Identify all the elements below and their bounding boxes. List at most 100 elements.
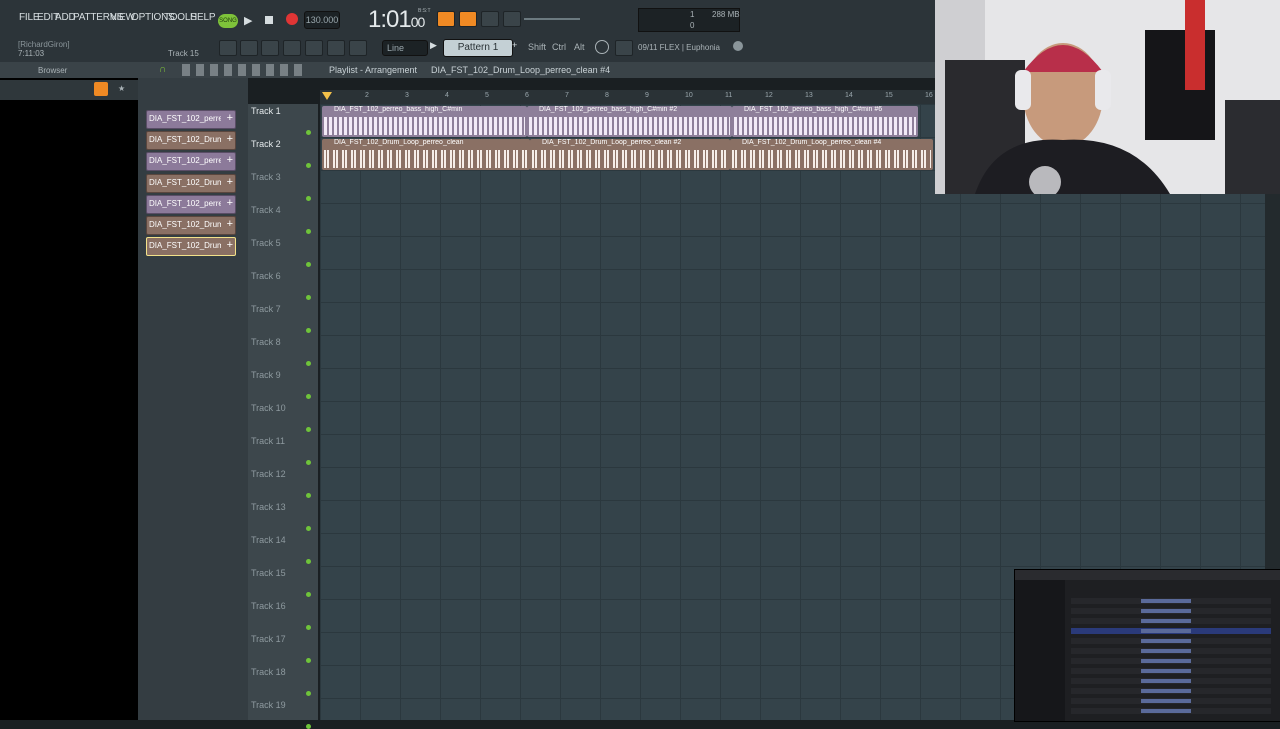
tempo-display[interactable]: 130.000 [304, 11, 340, 29]
add-icon[interactable]: + [227, 218, 233, 230]
track-mute-led[interactable] [306, 427, 311, 432]
waveform [324, 150, 528, 168]
track-mute-led[interactable] [306, 163, 311, 168]
channel-item-selected[interactable]: DIA_FST_102_Drum_... + [146, 237, 236, 256]
plugin-picker-icon[interactable] [305, 40, 323, 56]
record-button[interactable] [286, 13, 298, 25]
pattern-selector[interactable]: Pattern 1 [443, 39, 513, 57]
track-mute-led[interactable] [306, 262, 311, 267]
key-shift[interactable]: Shift [528, 42, 546, 52]
audio-clip[interactable]: DIA_FST_102_Drum_Loop_perreo_clean #2 [530, 139, 730, 170]
track-mute-led[interactable] [306, 493, 311, 498]
channel-item[interactable]: DIA_FST_102_perreo... + [146, 152, 236, 171]
magnet-icon[interactable]: ∩ [159, 64, 173, 76]
pattern-add-icon[interactable]: + [512, 40, 517, 50]
news-ticker[interactable]: 09/11 FLEX | Euphonia [638, 43, 720, 52]
channel-item[interactable]: DIA_FST_102_perreo... + [146, 195, 236, 214]
track-name[interactable]: Track 11 [251, 436, 285, 446]
track-mute-led[interactable] [306, 658, 311, 663]
browser-filter-icon[interactable] [94, 82, 108, 96]
audio-clip[interactable]: DIA_FST_102_perreo_bass_high_C#min [322, 106, 527, 137]
key-ctrl[interactable]: Ctrl [552, 42, 566, 52]
play-button[interactable]: ▶ [244, 14, 252, 27]
audio-clip[interactable]: DIA_FST_102_perreo_bass_high_C#min #6 [732, 106, 918, 137]
step-edit-icon[interactable] [503, 11, 521, 27]
track-name[interactable]: Track 1 [251, 106, 281, 116]
channel-label: DIA_FST_102_Drum_... [149, 135, 221, 144]
add-icon[interactable]: + [227, 176, 233, 188]
playhead-marker[interactable] [322, 92, 332, 100]
bar-number: 9 [645, 92, 649, 99]
online-icon[interactable] [595, 40, 609, 54]
track-mute-led[interactable] [306, 592, 311, 597]
microphone-icon[interactable] [349, 40, 367, 56]
stop-button[interactable] [265, 16, 273, 24]
track-mute-led[interactable] [306, 625, 311, 630]
track-name[interactable]: Track 17 [251, 634, 286, 644]
track-name[interactable]: Track 8 [251, 337, 281, 347]
track-name[interactable]: Track 3 [251, 172, 281, 182]
audio-clip[interactable]: DIA_FST_102_Drum_Loop_perreo_clean [322, 139, 530, 170]
channel-label: DIA_FST_102_perreo... [149, 114, 221, 123]
master-pitch-slider[interactable] [524, 18, 580, 20]
track-mute-led[interactable] [306, 394, 311, 399]
track-name[interactable]: Track 9 [251, 370, 281, 380]
metronome-icon[interactable] [437, 11, 455, 27]
countdown-icon[interactable] [481, 11, 499, 27]
track-mute-led[interactable] [306, 295, 311, 300]
snap-select[interactable]: Line [382, 40, 428, 56]
piano-roll-icon[interactable] [240, 40, 258, 56]
playlist-tools[interactable] [182, 64, 302, 76]
add-icon[interactable]: + [227, 239, 233, 251]
add-icon[interactable]: + [227, 154, 233, 166]
channel-rack-icon[interactable] [261, 40, 279, 56]
track-mute-led[interactable] [306, 724, 311, 729]
track-mute-led[interactable] [306, 196, 311, 201]
mixer-icon[interactable] [283, 40, 301, 56]
add-icon[interactable]: + [227, 197, 233, 209]
playlist-icon[interactable] [219, 40, 237, 56]
track-mute-led[interactable] [306, 691, 311, 696]
track-mute-led[interactable] [306, 526, 311, 531]
vertical-scrollbar[interactable] [1265, 194, 1280, 569]
track-name[interactable]: Track 5 [251, 238, 281, 248]
track-name[interactable]: Track 4 [251, 205, 281, 215]
track-name[interactable]: Track 18 [251, 667, 286, 677]
track-name[interactable]: Track 15 [251, 568, 286, 578]
bar-number: 2 [365, 92, 369, 99]
track-name[interactable]: Track 12 [251, 469, 286, 479]
browser-toggle-icon[interactable] [327, 40, 345, 56]
add-icon[interactable]: + [227, 112, 233, 124]
menu-help[interactable]: HELP [190, 12, 216, 23]
star-icon[interactable]: ★ [118, 84, 125, 93]
globe-icon[interactable] [733, 41, 743, 51]
track-name[interactable]: Track 6 [251, 271, 281, 281]
track-mute-led[interactable] [306, 130, 311, 135]
track-name[interactable]: Track 2 [251, 139, 281, 149]
track-name[interactable]: Track 14 [251, 535, 286, 545]
add-icon[interactable]: + [227, 133, 233, 145]
audio-clip[interactable]: DIA_FST_102_perreo_bass_high_C#min #2 [527, 106, 732, 137]
waveform [732, 150, 931, 168]
channel-item[interactable]: DIA_FST_102_Drum_... + [146, 216, 236, 235]
channel-item[interactable]: DIA_FST_102_Drum_... + [146, 131, 236, 150]
song-mode-toggle[interactable]: SONG [218, 14, 238, 28]
audio-clip[interactable]: DIA_FST_102_Drum_Loop_perreo_clean #4 [730, 139, 933, 170]
track-mute-led[interactable] [306, 460, 311, 465]
key-alt[interactable]: Alt [574, 42, 585, 52]
timeline-ruler[interactable] [320, 90, 935, 104]
pattern-prev-icon[interactable]: ▶ [430, 40, 437, 51]
track-mute-led[interactable] [306, 229, 311, 234]
track-name[interactable]: Track 10 [251, 403, 286, 413]
channel-item[interactable]: DIA_FST_102_perreo... + [146, 110, 236, 129]
track-name[interactable]: Track 7 [251, 304, 281, 314]
track-mute-led[interactable] [306, 559, 311, 564]
channel-item[interactable]: DIA_FST_102_Drum_... + [146, 174, 236, 193]
news-icon[interactable] [615, 40, 633, 56]
track-name[interactable]: Track 19 [251, 700, 286, 710]
track-name[interactable]: Track 16 [251, 601, 286, 611]
track-name[interactable]: Track 13 [251, 502, 286, 512]
wait-record-icon[interactable] [459, 11, 477, 27]
track-mute-led[interactable] [306, 328, 311, 333]
track-mute-led[interactable] [306, 361, 311, 366]
